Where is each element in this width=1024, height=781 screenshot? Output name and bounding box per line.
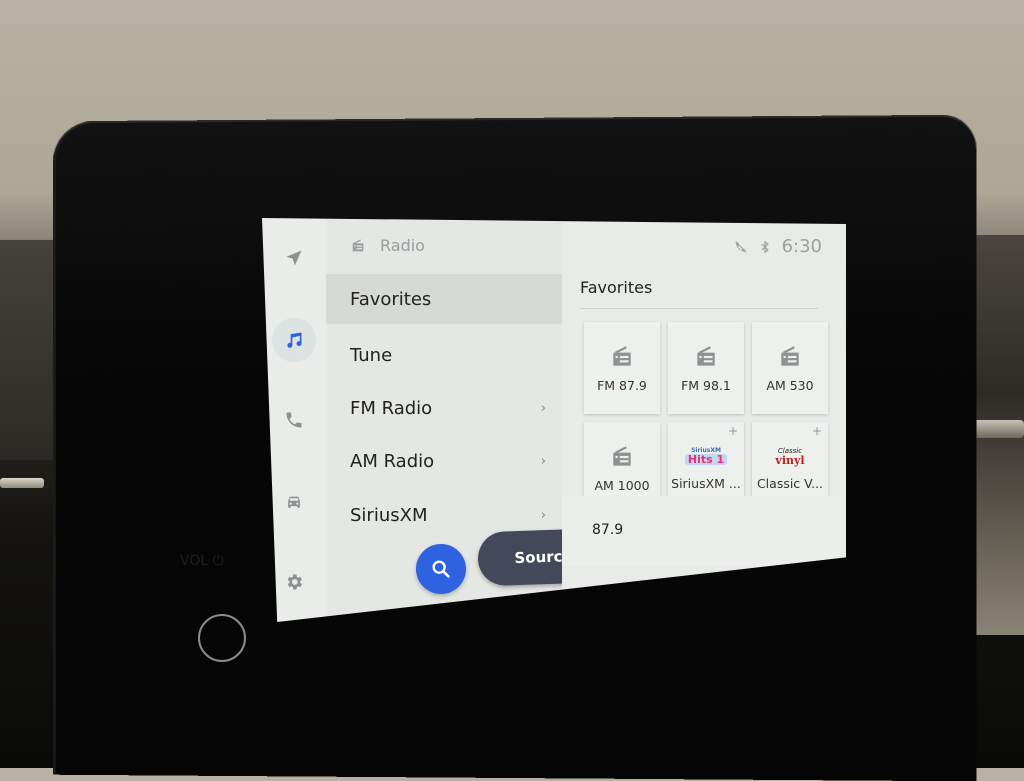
radio-icon — [352, 238, 364, 251]
chevron-right-icon: › — [540, 507, 546, 523]
navigation-arrow-icon — [286, 250, 302, 266]
clock: 6:30 — [781, 236, 822, 257]
no-phone-icon — [734, 240, 747, 253]
tile-label: Classic V... — [756, 475, 824, 491]
favorite-tile-fm-87-9[interactable]: FM 87.9 — [584, 322, 660, 414]
favorite-tile-am-530[interactable]: AM 530 — [752, 322, 828, 414]
gear-icon — [287, 574, 302, 590]
tile-label: AM 530 — [766, 377, 814, 393]
car-icon — [288, 496, 300, 508]
menu-item-am-radio[interactable]: AM Radio › — [326, 436, 562, 486]
now-playing-station: 87.9 — [592, 522, 624, 538]
content-title: Favorites — [580, 278, 653, 297]
rail-item-music[interactable] — [272, 318, 316, 362]
infotainment-screen: Radio Favorites Tune FM Radio › AM Radio… — [262, 218, 846, 622]
radio-icon — [697, 345, 715, 366]
rail-item-settings[interactable] — [272, 560, 316, 604]
radio-icon — [613, 445, 631, 466]
tile-label: FM 98.1 — [681, 377, 731, 393]
music-note-icon — [287, 332, 302, 348]
tile-label: FM 87.9 — [597, 377, 647, 393]
rail-item-phone[interactable] — [272, 398, 316, 442]
menu-item-tune[interactable]: Tune — [326, 330, 562, 380]
plus-icon: + — [811, 424, 822, 438]
classic-vinyl-logo: Classic vinyl — [766, 446, 814, 468]
radio-icon — [781, 345, 799, 366]
logo-main-text: vinyl — [775, 453, 805, 467]
menu-item-label: FM Radio — [350, 397, 433, 419]
favorites-grid: FM 87.9 FM 98.1 AM 530 AM 1000 + SiriusX… — [584, 322, 834, 514]
logo-main-text: Hits 1 — [684, 454, 728, 465]
favorites-panel: 6:30 Favorites FM 87.9 FM 98.1 AM 530 AM… — [562, 218, 846, 622]
plus-icon: + — [727, 424, 738, 438]
search-button[interactable] — [416, 544, 466, 594]
now-playing-bar[interactable]: 87.9 — [562, 496, 846, 566]
tile-label: AM 1000 — [594, 477, 650, 493]
bluetooth-icon — [761, 240, 769, 253]
volume-knob[interactable] — [198, 614, 246, 662]
phone-icon — [286, 412, 302, 428]
divider — [580, 308, 818, 309]
dashboard-trim-left — [0, 478, 44, 488]
chevron-right-icon: › — [540, 400, 546, 416]
status-bar: 6:30 — [734, 236, 822, 257]
search-icon — [432, 560, 450, 578]
favorite-tile-fm-98-1[interactable]: FM 98.1 — [668, 322, 744, 414]
rail-item-navigation[interactable] — [272, 236, 316, 280]
siriusxm-hits1-logo: SiriusXM Hits 1 — [682, 446, 730, 468]
radio-icon — [613, 345, 631, 366]
menu-header: Radio — [350, 236, 425, 255]
menu-item-label: AM Radio — [350, 450, 435, 472]
menu-item-fm-radio[interactable]: FM Radio › — [326, 383, 562, 433]
rail-item-vehicle[interactable] — [272, 480, 316, 524]
radio-menu: Radio Favorites Tune FM Radio › AM Radio… — [326, 218, 619, 622]
volume-label: VOL ⏻ — [180, 553, 224, 569]
menu-header-title: Radio — [380, 236, 425, 255]
tile-label: SiriusXM ... — [671, 475, 741, 491]
chevron-right-icon: › — [540, 453, 546, 469]
menu-item-label: Tune — [350, 344, 393, 366]
menu-item-favorites[interactable]: Favorites — [326, 274, 562, 324]
menu-item-label: Favorites — [350, 288, 432, 310]
menu-item-label: SiriusXM — [350, 504, 428, 526]
dashboard-left — [0, 240, 60, 460]
